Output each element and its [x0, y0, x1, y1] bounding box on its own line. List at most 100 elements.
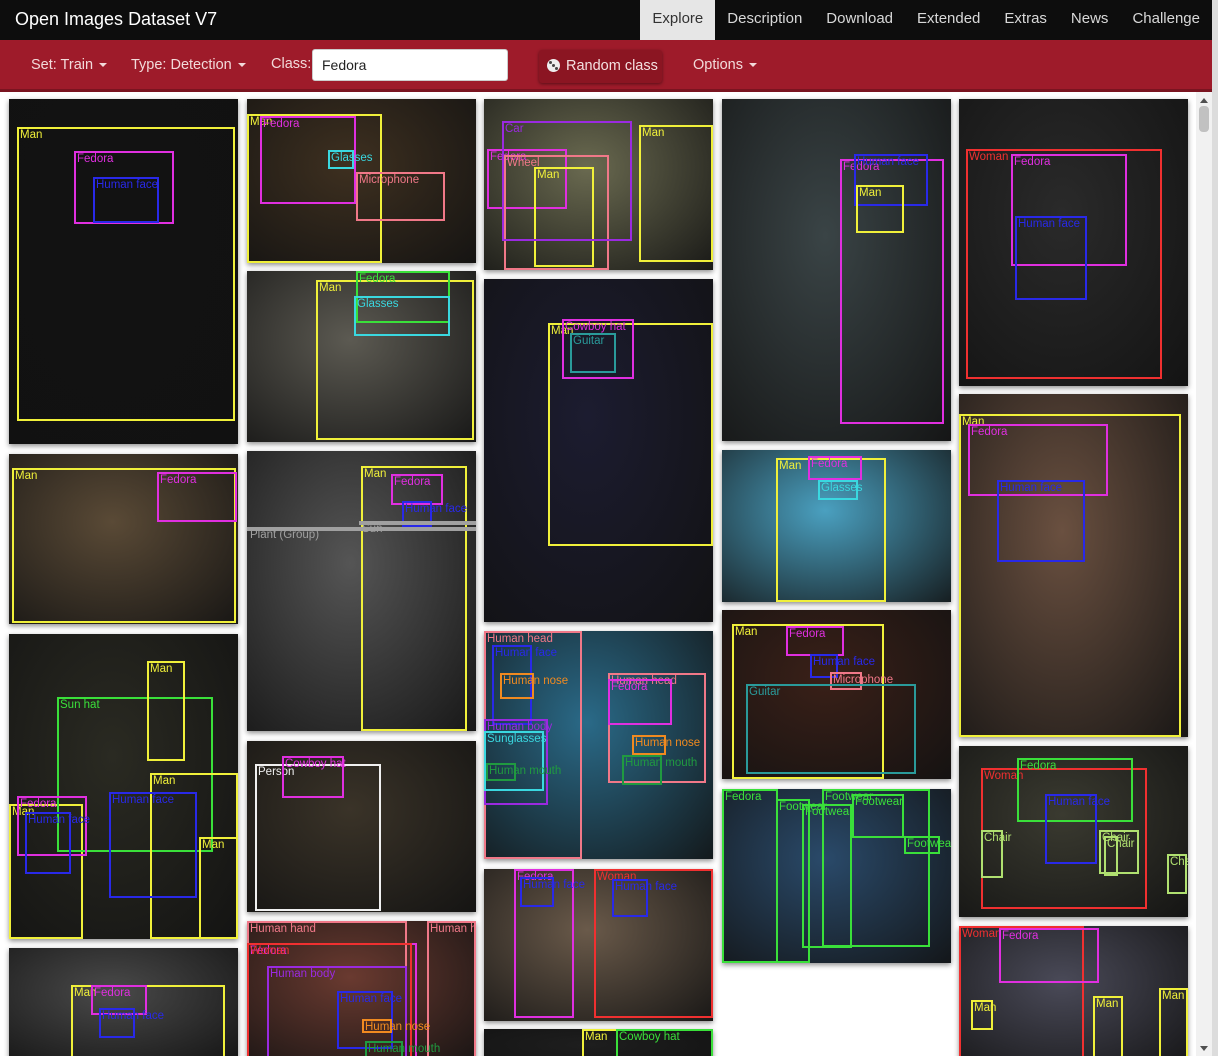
annotation-label: Sun: [362, 523, 383, 535]
annotation-label: Fedora: [359, 273, 396, 285]
annotation-label: Woman: [969, 151, 1009, 163]
annotation-box: Human face: [520, 877, 585, 907]
annotation-box: Glasses: [818, 480, 863, 500]
image-thumbnail[interactable]: Man Fedora Human face Microphone Guitar: [722, 610, 951, 779]
annotation-label: Man: [585, 1031, 608, 1043]
image-thumbnail[interactable]: Man Fedora Human face: [9, 948, 238, 1056]
image-thumbnail[interactable]: Man Fedora Human face: [9, 99, 238, 444]
annotation-box: Microphone: [356, 172, 445, 221]
annotation-label: Man: [974, 1002, 997, 1014]
image-thumbnail[interactable]: Human handHuman handFedoraWomanHuman bod…: [247, 921, 476, 1056]
annotation-label: Human face: [28, 814, 91, 826]
annotation-box: Fedora: [157, 472, 237, 522]
annotation-label: Fedora: [20, 798, 57, 810]
annotation-label: Fedora: [725, 791, 762, 803]
annotation-box: Man: [199, 837, 238, 939]
image-thumbnail[interactable]: Fedora Footwear Footwear Footwear Footwear Fo…: [722, 789, 951, 963]
image-thumbnail[interactable]: Fedora Human face Man: [722, 99, 951, 441]
annotation-label: Fedora: [811, 458, 848, 470]
annotation-box: Human mouth: [622, 755, 697, 785]
chevron-down-icon: [99, 63, 108, 68]
nav-news[interactable]: News: [1059, 0, 1121, 40]
type-dropdown[interactable]: Type: Detection: [131, 40, 246, 90]
scroll-up-icon[interactable]: [1200, 98, 1208, 103]
annotation-label: Woman: [250, 945, 290, 957]
annotation-label: Glasses: [821, 482, 863, 494]
annotation-box: Human face: [1045, 794, 1110, 864]
annotation-box: Fedora: [808, 456, 862, 480]
image-gallery: Man Fedora Human face Man Fedora Man Sun hat Ma…: [0, 92, 1196, 1056]
image-thumbnail[interactable]: Human head Human face Human nose Human body…: [484, 631, 713, 859]
scrollbar[interactable]: [1196, 92, 1212, 1056]
image-thumbnail[interactable]: Man Fedora Human face Plant (Group) Sun: [247, 451, 476, 731]
annotation-label: Fedora: [160, 474, 197, 486]
annotation-label: Glasses: [357, 298, 399, 310]
annotation-box: Human nose: [500, 673, 568, 699]
annotation-label: Sunglasses: [487, 733, 547, 745]
annotation-box: Human face: [93, 177, 159, 223]
image-thumbnail[interactable]: Person Cowboy hat: [247, 741, 476, 912]
brand-title[interactable]: Open Images Dataset V7: [15, 0, 217, 38]
annotation-label: Fedora: [1014, 156, 1051, 168]
nav-explore[interactable]: Explore: [640, 0, 716, 40]
image-thumbnail[interactable]: Man Cowboy hat: [484, 1029, 713, 1056]
image-thumbnail[interactable]: Man Fedora Human face: [959, 394, 1188, 737]
annotation-label: Fedora: [971, 426, 1008, 438]
class-input[interactable]: [312, 49, 508, 81]
annotation-label: Man: [1162, 990, 1185, 1002]
annotation-label: Man: [735, 626, 758, 638]
annotation-label: Human face: [405, 503, 468, 515]
nav-description[interactable]: Description: [715, 0, 814, 40]
image-thumbnail[interactable]: Man Cowboy hat Guitar: [484, 279, 713, 622]
annotation-label: Human face: [102, 1010, 165, 1022]
annotation-box: Human face: [997, 480, 1085, 562]
image-thumbnail[interactable]: Woman Fedora Human face: [959, 99, 1188, 386]
annotation-box: Human nose: [632, 735, 700, 755]
annotation-label: Footwear: [855, 796, 903, 808]
annotation-box: Glasses: [328, 150, 373, 169]
image-thumbnail[interactable]: Fedora Woman Human face Human face: [484, 869, 713, 1021]
scrollbar-thumb[interactable]: [1199, 106, 1209, 132]
annotation-label: Human face: [340, 993, 403, 1005]
image-thumbnail[interactable]: Man Fedora Glasses: [722, 450, 951, 602]
image-thumbnail[interactable]: WomanFedoraHuman faceChairChairChairChai…: [959, 746, 1188, 917]
window-edge: [1212, 0, 1218, 1056]
nav-download[interactable]: Download: [814, 0, 905, 40]
annotation-label: Man: [364, 468, 387, 480]
scroll-down-icon[interactable]: [1200, 1046, 1208, 1051]
annotation-label: Fedora: [611, 681, 648, 693]
annotation-label: Man: [859, 187, 882, 199]
annotation-label: Glasses: [331, 152, 373, 164]
annotation-label: Man: [779, 460, 802, 472]
image-thumbnail[interactable]: Man Sun hat Man Man Man Fedora Human face Human…: [9, 634, 238, 939]
annotation-label: Chair: [1170, 856, 1188, 868]
random-class-button[interactable]: Random class: [539, 50, 662, 83]
annotation-label: Fedora: [94, 987, 131, 999]
annotation-label: Guitar: [749, 686, 781, 698]
annotation-box: Human mouth: [365, 1041, 440, 1056]
annotation-label: Fedora: [394, 476, 431, 488]
annotation-box: Man: [971, 1000, 997, 1030]
options-dropdown-label: Options: [693, 57, 743, 73]
image-thumbnail[interactable]: Man Fedora Glasses: [247, 271, 476, 442]
set-dropdown[interactable]: Set: Train: [31, 40, 108, 90]
chevron-down-icon: [237, 63, 246, 68]
annotation-box: Man: [856, 185, 904, 233]
annotation-label: Chair: [1107, 838, 1135, 850]
image-thumbnail[interactable]: Man Fedora Glasses Microphone: [247, 99, 476, 263]
annotation-box: Footwear: [904, 836, 951, 854]
image-thumbnail[interactable]: Man Fedora: [9, 454, 238, 624]
type-dropdown-label: Type: Detection: [131, 57, 232, 73]
options-dropdown[interactable]: Options: [693, 40, 757, 90]
annotation-label: Footwear: [907, 838, 951, 850]
image-thumbnail[interactable]: Woman Fedora Man Man Man: [959, 926, 1188, 1056]
nav-extended[interactable]: Extended: [905, 0, 992, 40]
annotation-box: Cowboy hat: [282, 756, 346, 798]
image-thumbnail[interactable]: Fedora Wheel Man Man Car: [484, 99, 713, 270]
annotation-label: Man: [153, 775, 176, 787]
annotation-box: Guitar: [570, 333, 616, 373]
annotation-label: Human body: [270, 968, 336, 980]
nav-challenge[interactable]: Challenge: [1120, 0, 1212, 40]
annotation-label: Microphone: [359, 174, 420, 186]
nav-extras[interactable]: Extras: [992, 0, 1059, 40]
